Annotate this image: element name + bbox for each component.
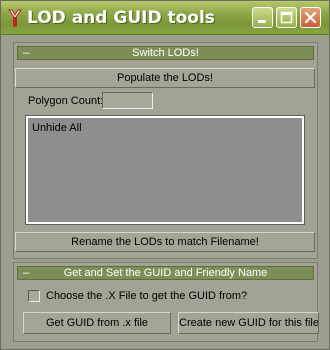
polygon-count-label: Polygon Count: — [28, 95, 104, 107]
app-icon — [7, 8, 23, 28]
switch-lods-header[interactable]: – Switch LODs! — [17, 46, 314, 60]
guid-title: Get and Set the GUID and Friendly Name — [63, 267, 268, 279]
close-button[interactable] — [300, 7, 321, 28]
get-guid-button[interactable]: Get GUID from .x file — [23, 312, 171, 334]
rename-lods-button[interactable]: Rename the LODs to match Filename! — [15, 232, 315, 252]
minimize-icon — [258, 20, 266, 23]
switch-lods-title: Switch LODs! — [132, 47, 199, 59]
maximize-icon — [280, 11, 293, 24]
polygon-count-field[interactable] — [102, 92, 153, 109]
close-icon — [304, 11, 317, 24]
tool-window: LOD and GUID tools – Switch LODs! Popula… — [0, 0, 330, 350]
title-bar[interactable]: LOD and GUID tools — [1, 1, 329, 35]
maximize-button[interactable] — [276, 7, 297, 28]
create-guid-button[interactable]: Create new GUID for this file — [178, 312, 319, 334]
populate-lods-button[interactable]: Populate the LODs! — [15, 68, 315, 88]
guid-header[interactable]: – Get and Set the GUID and Friendly Name — [17, 266, 314, 280]
lod-listbox[interactable]: Unhide All — [25, 115, 305, 225]
list-item[interactable]: Unhide All — [32, 121, 82, 135]
choose-x-file-label: Choose the .X File to get the GUID from? — [46, 290, 248, 302]
window-title: LOD and GUID tools — [27, 8, 215, 28]
choose-x-file-checkbox[interactable] — [28, 290, 40, 302]
minimize-button[interactable] — [252, 7, 273, 28]
